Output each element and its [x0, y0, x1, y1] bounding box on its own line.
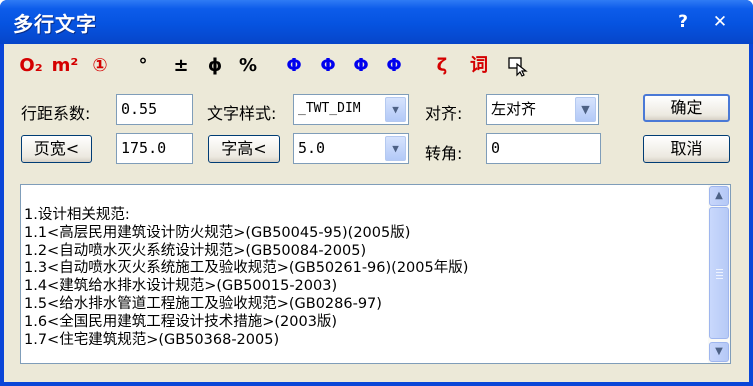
circled-number-tool[interactable]: ① — [85, 53, 115, 79]
subscript-tool[interactable]: O₂ — [16, 53, 46, 79]
diameter-tool[interactable]: ϕ — [204, 53, 226, 79]
align-label: 对齐: — [425, 104, 463, 123]
degree-symbol-tool[interactable]: ° — [132, 53, 154, 79]
cancel-button[interactable]: 取消 — [643, 135, 730, 163]
text-style-select[interactable]: _TWT_DIM ▼ — [293, 94, 409, 125]
dialog-body: O₂ m² ① ° ± ϕ% Φ Φ Φ Φζ 词 行距系数: 0.55 文字样式: _TWT_DI… — [4, 44, 749, 382]
text-line: 1.3<自动喷水灭火系统施工及验收规范>(GB50261-96)(2005年版) — [24, 260, 469, 277]
ok-button[interactable]: 确定 — [643, 94, 730, 122]
chevron-down-icon[interactable]: ▼ — [575, 97, 596, 122]
text-line: 1.设计相关规范: — [24, 207, 130, 223]
text-style-label: 文字样式: — [207, 104, 277, 123]
text-line: 1.7<住宅建筑规范>(GB50368-2005) — [24, 331, 280, 348]
text-style-value: _TWT_DIM — [298, 101, 361, 116]
phrase-library-tool[interactable]: 词 — [466, 53, 492, 79]
rotation-label: 转角: — [425, 144, 463, 163]
select-text-icon[interactable] — [504, 53, 532, 79]
superscript-tool[interactable]: m² — [50, 53, 80, 79]
rotation-input[interactable]: 0 — [486, 133, 601, 164]
chevron-down-icon[interactable]: ▼ — [385, 136, 406, 161]
scroll-thumb[interactable] — [709, 207, 729, 339]
line-spacing-input[interactable]: 0.55 — [116, 94, 193, 125]
vertical-scrollbar[interactable]: ▲ ▼ — [708, 185, 730, 363]
text-line: 1.4<建筑给水排水设计规范>(GB50015-2003) — [24, 278, 338, 295]
text-line: 1.1<高层民用建筑设计防火规范>(GB50045-95)(2005版) — [24, 224, 411, 241]
special-char-tool[interactable]: ζ — [430, 53, 454, 79]
plus-minus-tool[interactable]: ± — [170, 53, 192, 79]
line-spacing-label: 行距系数: — [21, 104, 91, 123]
page-width-input[interactable]: 175.0 — [116, 133, 193, 164]
text-line: 1.2<自动喷水灭火系统设计规范>(GB50084-2005) — [24, 242, 367, 259]
steel-grade-3-tool[interactable]: Φ — [349, 53, 373, 79]
steel-grade-4-tool[interactable]: Φ — [382, 53, 406, 79]
help-button[interactable]: ? — [671, 11, 695, 33]
percent-tool[interactable]: % — [234, 53, 262, 79]
char-height-button[interactable]: 字高< — [208, 135, 280, 163]
scroll-up-icon[interactable]: ▲ — [709, 186, 729, 206]
char-height-select[interactable]: 5.0 ▼ — [293, 133, 409, 164]
steel-grade-2-tool[interactable]: Φ — [316, 53, 340, 79]
scroll-down-icon[interactable]: ▼ — [709, 342, 729, 362]
text-editor[interactable]: 1.设计相关规范: 1.1<高层民用建筑设计防火规范>(GB50045-95)(2… — [20, 184, 731, 364]
window-title: 多行文字 — [13, 12, 97, 36]
steel-grade-1-tool[interactable]: Φ — [282, 53, 306, 79]
title-bar[interactable]: 多行文字 ? ✕ — [0, 0, 753, 44]
text-line: 1.5<给水排水管道工程施工及验收规范>(GB0286-97) — [24, 295, 382, 312]
chevron-down-icon[interactable]: ▼ — [385, 97, 406, 122]
close-button[interactable]: ✕ — [708, 11, 732, 33]
text-line: 1.6<全国民用建筑工程设计技术措施>(2003版) — [24, 313, 338, 330]
page-width-button[interactable]: 页宽< — [21, 135, 92, 163]
dialog-window: 多行文字 ? ✕ O₂ m² ① ° ± ϕ% Φ Φ Φ Φζ 词 行距系数: 0.55 文字样式… — [0, 0, 753, 386]
align-value: 左对齐 — [491, 100, 537, 118]
text-content[interactable]: 1.设计相关规范: 1.1<高层民用建筑设计防火规范>(GB50045-95)(2… — [24, 207, 468, 349]
align-select[interactable]: 左对齐 ▼ — [486, 94, 599, 125]
char-height-value: 5.0 — [298, 139, 326, 157]
